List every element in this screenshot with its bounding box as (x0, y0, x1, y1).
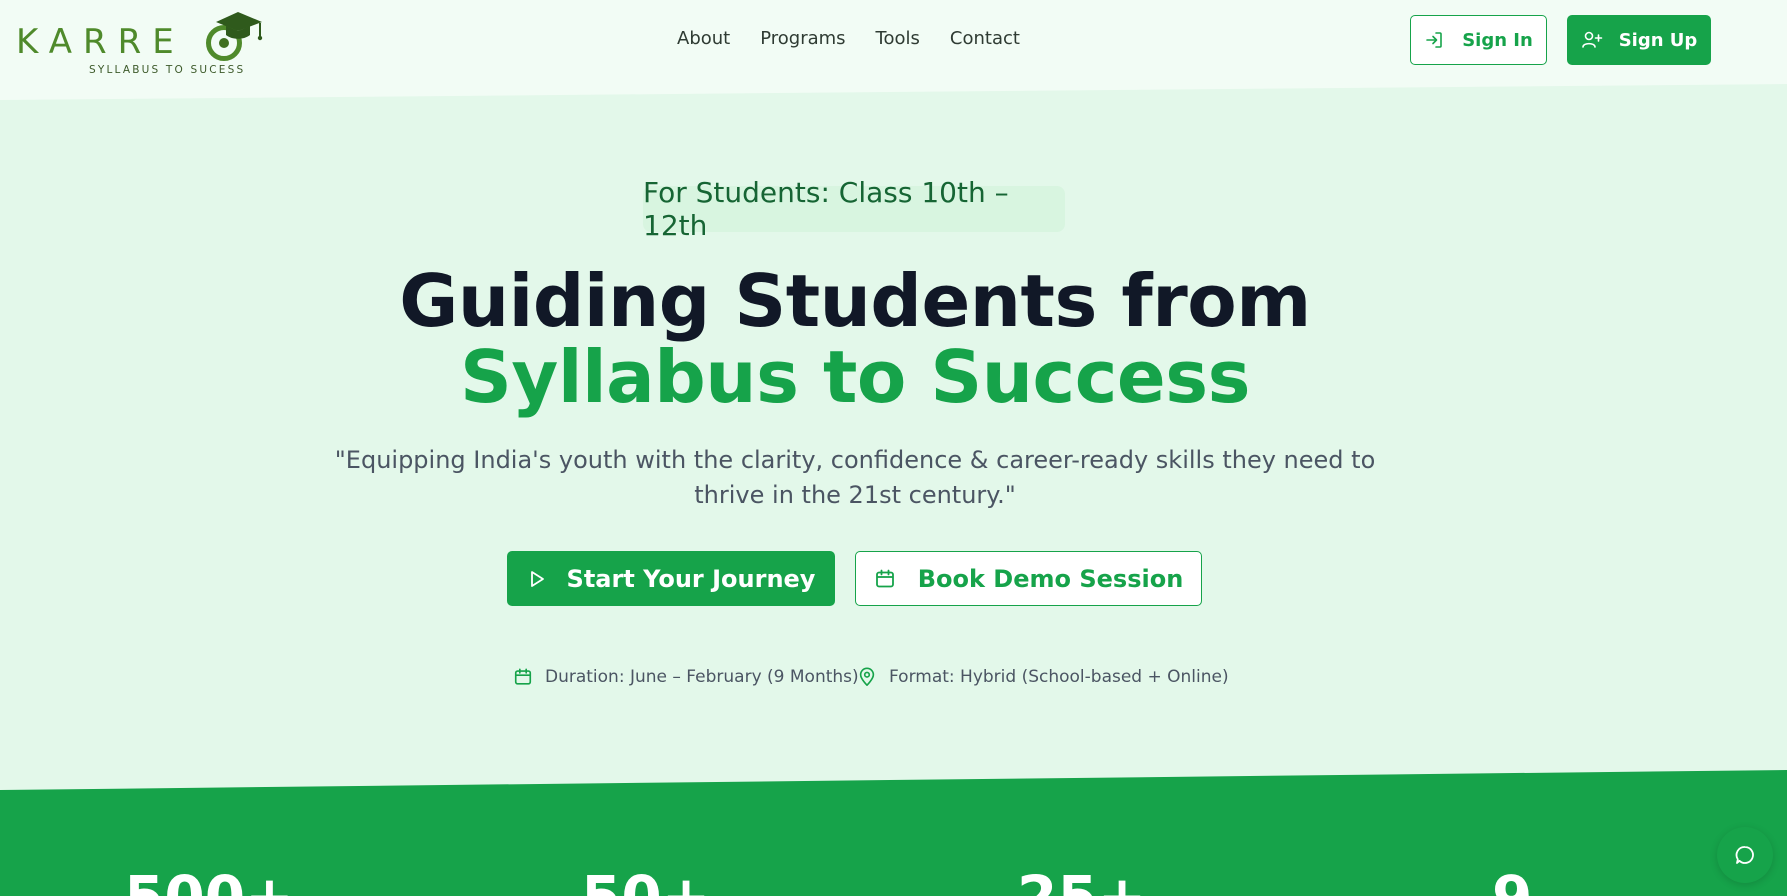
hero-title: Guiding Students from (399, 259, 1311, 343)
duration-text: Duration: June – February (9 Months) (545, 667, 859, 687)
user-plus-icon (1581, 31, 1602, 48)
stat-value-months: 9 (1492, 868, 1532, 896)
logo-wordmark: KARRE (16, 22, 185, 62)
login-icon (1426, 32, 1442, 48)
format-info: Format: Hybrid (School-based + Online) (857, 667, 1229, 687)
hero-title-accent: Syllabus to Success (460, 335, 1250, 419)
main-nav: About Programs Tools Contact (677, 28, 1020, 49)
nav-tools[interactable]: Tools (876, 28, 920, 49)
hero-section: For Students: Class 10th – 12th Guiding … (0, 0, 1787, 800)
sign-in-button[interactable]: Sign In (1410, 15, 1547, 65)
page: For Students: Class 10th – 12th Guiding … (0, 0, 1787, 896)
audience-badge: For Students: Class 10th – 12th (643, 176, 1065, 242)
format-text: Format: Hybrid (School-based + Online) (889, 667, 1229, 687)
sign-up-button[interactable]: Sign Up (1567, 15, 1711, 65)
map-pin-icon (859, 667, 875, 686)
graduation-cap-icon (216, 12, 263, 41)
karreo-logo[interactable]: KARRE SYLLABUS TO SUCESS (16, 10, 263, 80)
nav-about[interactable]: About (677, 28, 730, 49)
book-demo-button[interactable]: Book Demo Session (855, 551, 1202, 606)
stat-value-students: 500+ (124, 868, 294, 896)
chat-button[interactable] (1717, 827, 1773, 883)
duration-info: Duration: June – February (9 Months) (513, 667, 859, 687)
stat-value-mentors: 25+ (1017, 868, 1146, 896)
chat-bubble-icon (1735, 846, 1754, 864)
start-journey-label: Start Your Journey (566, 564, 816, 593)
nav-programs[interactable]: Programs (760, 28, 845, 49)
book-demo-label: Book Demo Session (917, 564, 1184, 593)
stat-value-schools: 50+ (581, 868, 710, 896)
site-header: KARRE SYLLABUS TO SUCESS About Programs … (0, 0, 1787, 100)
sign-up-label: Sign Up (1618, 29, 1698, 51)
nav-contact[interactable]: Contact (950, 28, 1020, 49)
hero-subtitle: "Equipping India's youth with the clarit… (334, 446, 1376, 509)
calendar-icon (514, 668, 532, 685)
play-icon (530, 570, 544, 587)
sign-in-label: Sign In (1462, 29, 1533, 51)
calendar-icon (875, 569, 894, 587)
logo-tagline: SYLLABUS TO SUCESS (89, 64, 246, 76)
start-journey-button[interactable]: Start Your Journey (507, 551, 835, 606)
